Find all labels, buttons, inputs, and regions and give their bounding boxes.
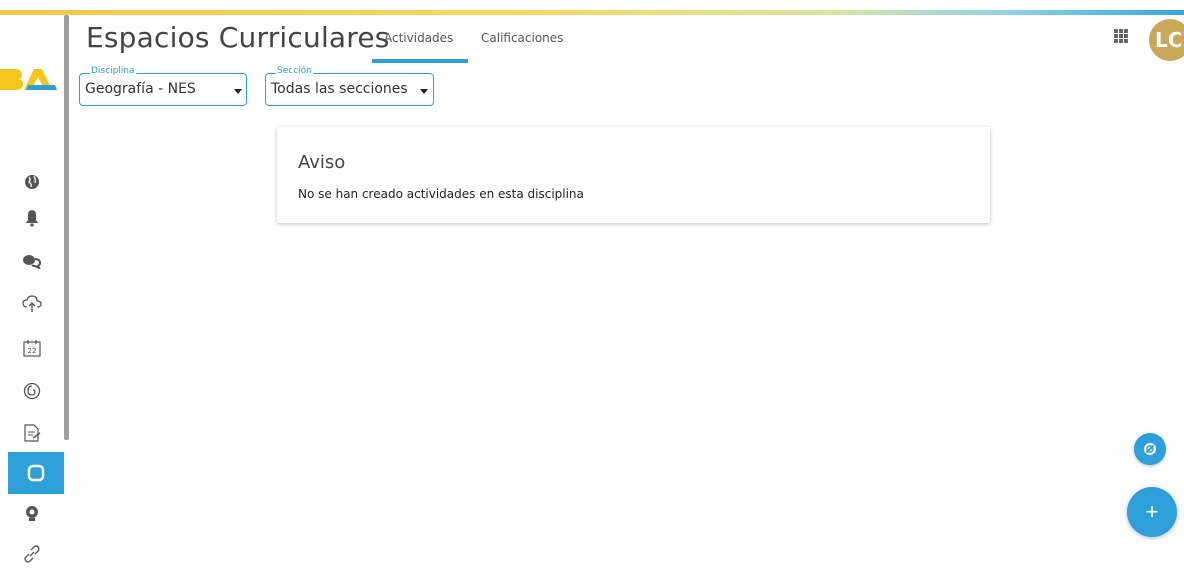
- globe-icon: [25, 175, 39, 189]
- add-activity-button[interactable]: +: [1127, 487, 1177, 537]
- notice-message: No se han creado actividades en esta dis…: [298, 187, 584, 201]
- ba-logo: BA: [0, 69, 57, 90]
- active-tab-indicator: [372, 59, 468, 63]
- cloud-upload-icon: [22, 295, 42, 312]
- page-title: Espacios Curriculares: [86, 21, 390, 54]
- sidebar-item-notifications[interactable]: [10, 201, 54, 235]
- apps-grid-icon[interactable]: [1114, 29, 1128, 43]
- sidebar-item-espacios-curriculares[interactable]: [8, 452, 64, 494]
- sidebar-item-messages[interactable]: [10, 244, 54, 278]
- notice-card: Aviso No se han creado actividades en es…: [277, 127, 990, 223]
- edit-document-icon: [24, 424, 41, 442]
- chevron-down-icon: [420, 89, 428, 94]
- tab-calificaciones[interactable]: Calificaciones: [481, 31, 563, 45]
- bell-icon: [26, 210, 38, 227]
- block-icon: [1144, 443, 1156, 455]
- svg-text:22: 22: [28, 347, 37, 355]
- chat-icon: [23, 255, 42, 269]
- disciplina-value: Geografía - NES: [85, 81, 196, 97]
- sidebar-item-ideas[interactable]: [10, 497, 54, 531]
- chevron-down-icon: [234, 89, 242, 94]
- tab-actividades[interactable]: Actividades: [384, 31, 453, 45]
- disciplina-label: Disciplina: [90, 66, 136, 76]
- seccion-label: Sección: [276, 66, 313, 76]
- sidebar: BA 22: [0, 15, 64, 563]
- sidebar-item-documents[interactable]: [10, 416, 54, 450]
- user-avatar[interactable]: LC: [1149, 19, 1184, 61]
- sidebar-item-upload[interactable]: [10, 287, 54, 321]
- spiral-icon: [23, 382, 41, 400]
- seccion-value: Todas las secciones: [271, 81, 408, 97]
- sidebar-item-links[interactable]: [10, 537, 54, 571]
- calendar-icon: 22: [23, 340, 41, 357]
- sidebar-scrollbar[interactable]: [64, 15, 69, 440]
- lightbulb-icon: [26, 506, 38, 521]
- sidebar-item-calendar[interactable]: 22: [10, 331, 54, 365]
- top-gradient-bar: [0, 10, 1184, 15]
- sidebar-item-spiral[interactable]: [10, 374, 54, 408]
- seccion-select[interactable]: Sección Todas las secciones: [265, 66, 434, 106]
- filter-off-button[interactable]: [1134, 433, 1166, 465]
- sidebar-item-globe[interactable]: [10, 165, 54, 199]
- notice-title: Aviso: [298, 152, 346, 173]
- square-icon: [27, 464, 45, 482]
- disciplina-select[interactable]: Disciplina Geografía - NES: [79, 66, 247, 106]
